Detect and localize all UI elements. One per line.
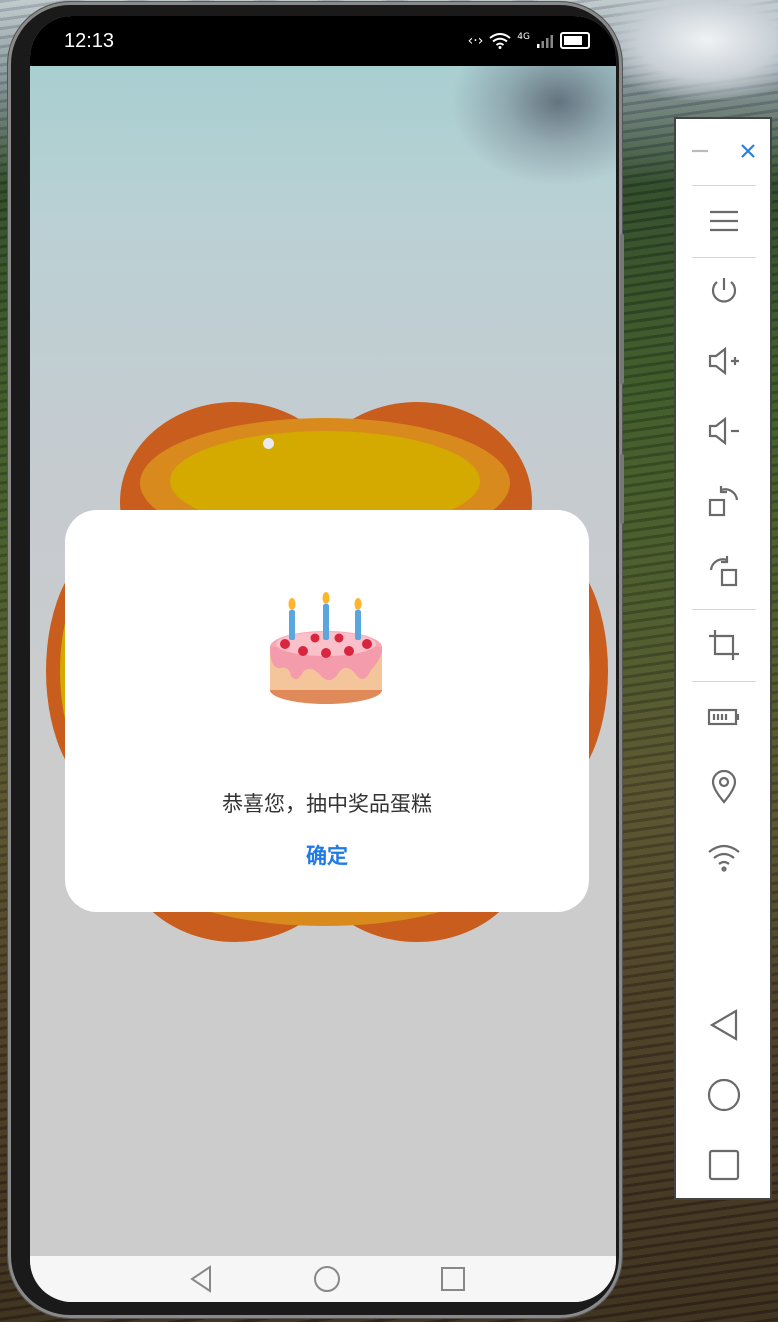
minimize-button[interactable]: [682, 131, 718, 171]
home-icon: [707, 1078, 741, 1112]
network-type-label: 4G: [517, 31, 530, 42]
volume-up-icon: [708, 346, 739, 376]
toolbar-divider: [692, 257, 756, 258]
cake-icon: [270, 592, 382, 704]
status-icons: ‹·› 4G: [468, 32, 590, 49]
battery-icon: [707, 708, 740, 726]
volume-down-button[interactable]: [700, 409, 748, 453]
location-button[interactable]: [700, 765, 748, 809]
back-icon: [709, 1009, 738, 1041]
phone-frame: 12:13 ‹·› 4G 恭喜您，抽中奖品蛋糕 确定: [8, 2, 624, 1318]
phone-side-button: [620, 454, 624, 524]
minimize-icon: [692, 149, 708, 153]
back-button[interactable]: [700, 1003, 748, 1047]
location-icon: [711, 770, 737, 804]
phone-screen: 12:13 ‹·› 4G 恭喜您，抽中奖品蛋糕 确定: [30, 16, 616, 1302]
volume-up-button[interactable]: [700, 339, 748, 383]
recents-button[interactable]: [700, 1143, 748, 1187]
background-shadow: [450, 66, 616, 186]
home-button[interactable]: [700, 1073, 748, 1117]
emulator-toolbar: [674, 117, 772, 1200]
rotate-right-icon: [708, 486, 739, 517]
toolbar-divider: [692, 609, 756, 610]
status-bar: 12:13 ‹·› 4G: [30, 16, 616, 66]
rotate-left-icon: [709, 556, 738, 587]
battery-icon: [560, 32, 590, 49]
battery-button[interactable]: [700, 695, 748, 739]
close-button[interactable]: [730, 131, 766, 171]
phone-side-button: [620, 234, 624, 384]
confirm-button[interactable]: 确定: [277, 840, 377, 870]
rotate-right-button[interactable]: [700, 479, 748, 523]
status-time: 12:13: [64, 30, 115, 52]
toolbar-divider: [692, 681, 756, 682]
crop-icon: [709, 630, 739, 660]
dialog-message: 恭喜您，抽中奖品蛋糕: [222, 792, 432, 816]
menu-icon: [710, 210, 738, 232]
power-button[interactable]: [700, 269, 748, 313]
nav-home-icon[interactable]: [312, 1264, 342, 1294]
rotate-left-button[interactable]: [700, 549, 748, 593]
data-transfer-icon: ‹·›: [467, 32, 484, 49]
nav-back-icon[interactable]: [188, 1264, 214, 1294]
menu-button[interactable]: [700, 199, 748, 243]
background-clouds: [600, 0, 778, 100]
recents-icon: [708, 1149, 740, 1181]
navigation-bar: [30, 1256, 616, 1302]
signal-icon: [537, 34, 553, 48]
wifi-icon: [489, 32, 511, 49]
crop-button[interactable]: [700, 623, 748, 667]
nav-recents-icon[interactable]: [440, 1264, 466, 1294]
wifi-button[interactable]: [700, 835, 748, 879]
power-icon: [711, 278, 737, 303]
close-icon: [741, 144, 755, 158]
wifi-icon: [708, 844, 740, 872]
volume-down-icon: [708, 416, 739, 446]
toolbar-divider: [692, 185, 756, 186]
prize-dialog: 恭喜您，抽中奖品蛋糕 确定: [65, 510, 589, 912]
app-content: 恭喜您，抽中奖品蛋糕 确定: [30, 66, 616, 1256]
wheel-light: [263, 438, 274, 449]
